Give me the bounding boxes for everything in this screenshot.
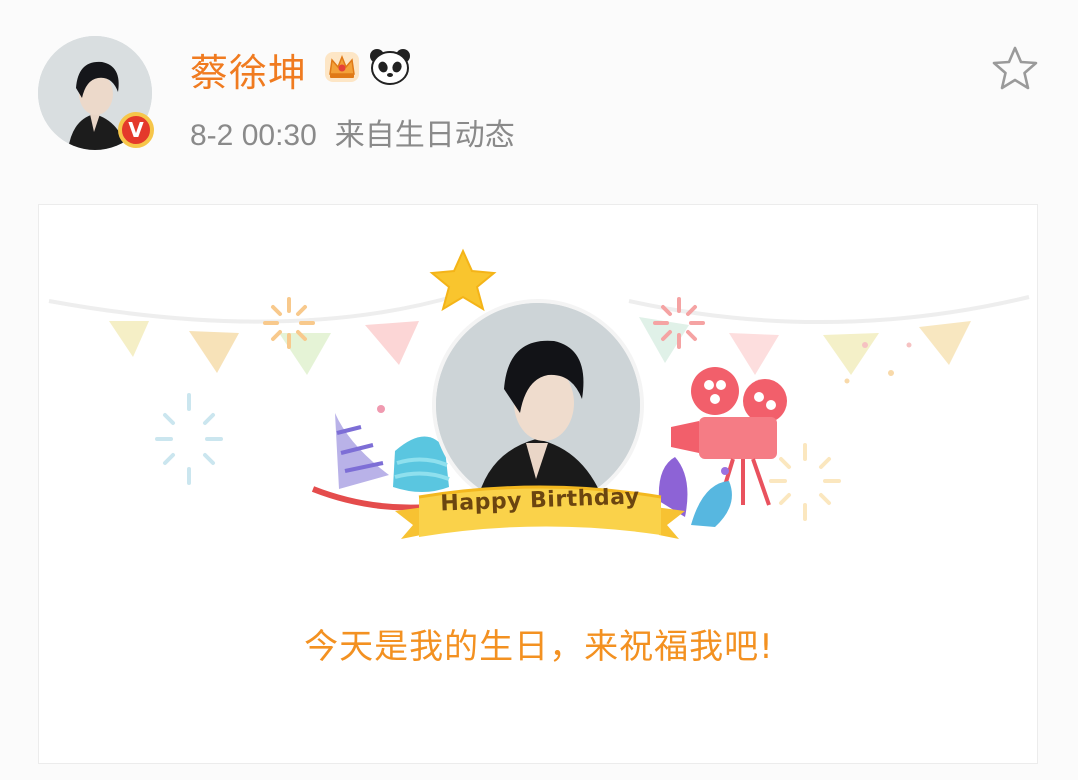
verified-badge: V xyxy=(118,112,154,148)
post-source[interactable]: 来自生日动态 xyxy=(335,119,515,152)
avatar[interactable]: V xyxy=(38,36,154,150)
firework-yellow-icon xyxy=(769,443,841,521)
post-header: V 蔡徐坤 8-2 00:30 来自生日动态 xyxy=(0,0,1078,190)
favorite-star-icon[interactable] xyxy=(990,44,1040,94)
post-meta: 8-2 00:30 来自生日动态 xyxy=(190,110,533,154)
firework-right-icon xyxy=(653,297,705,349)
crown-icon[interactable] xyxy=(322,46,362,86)
firework-blue-icon xyxy=(155,393,223,485)
birthday-message: 今天是我的生日，来祝福我吧! xyxy=(304,627,774,667)
panda-icon[interactable] xyxy=(368,46,412,86)
username[interactable]: 蔡徐坤 xyxy=(190,42,307,97)
birthday-card[interactable]: Happy Birthday 今天是我的生日，来祝福我吧! xyxy=(38,204,1038,764)
post-time: 8-2 00:30 xyxy=(190,119,317,152)
